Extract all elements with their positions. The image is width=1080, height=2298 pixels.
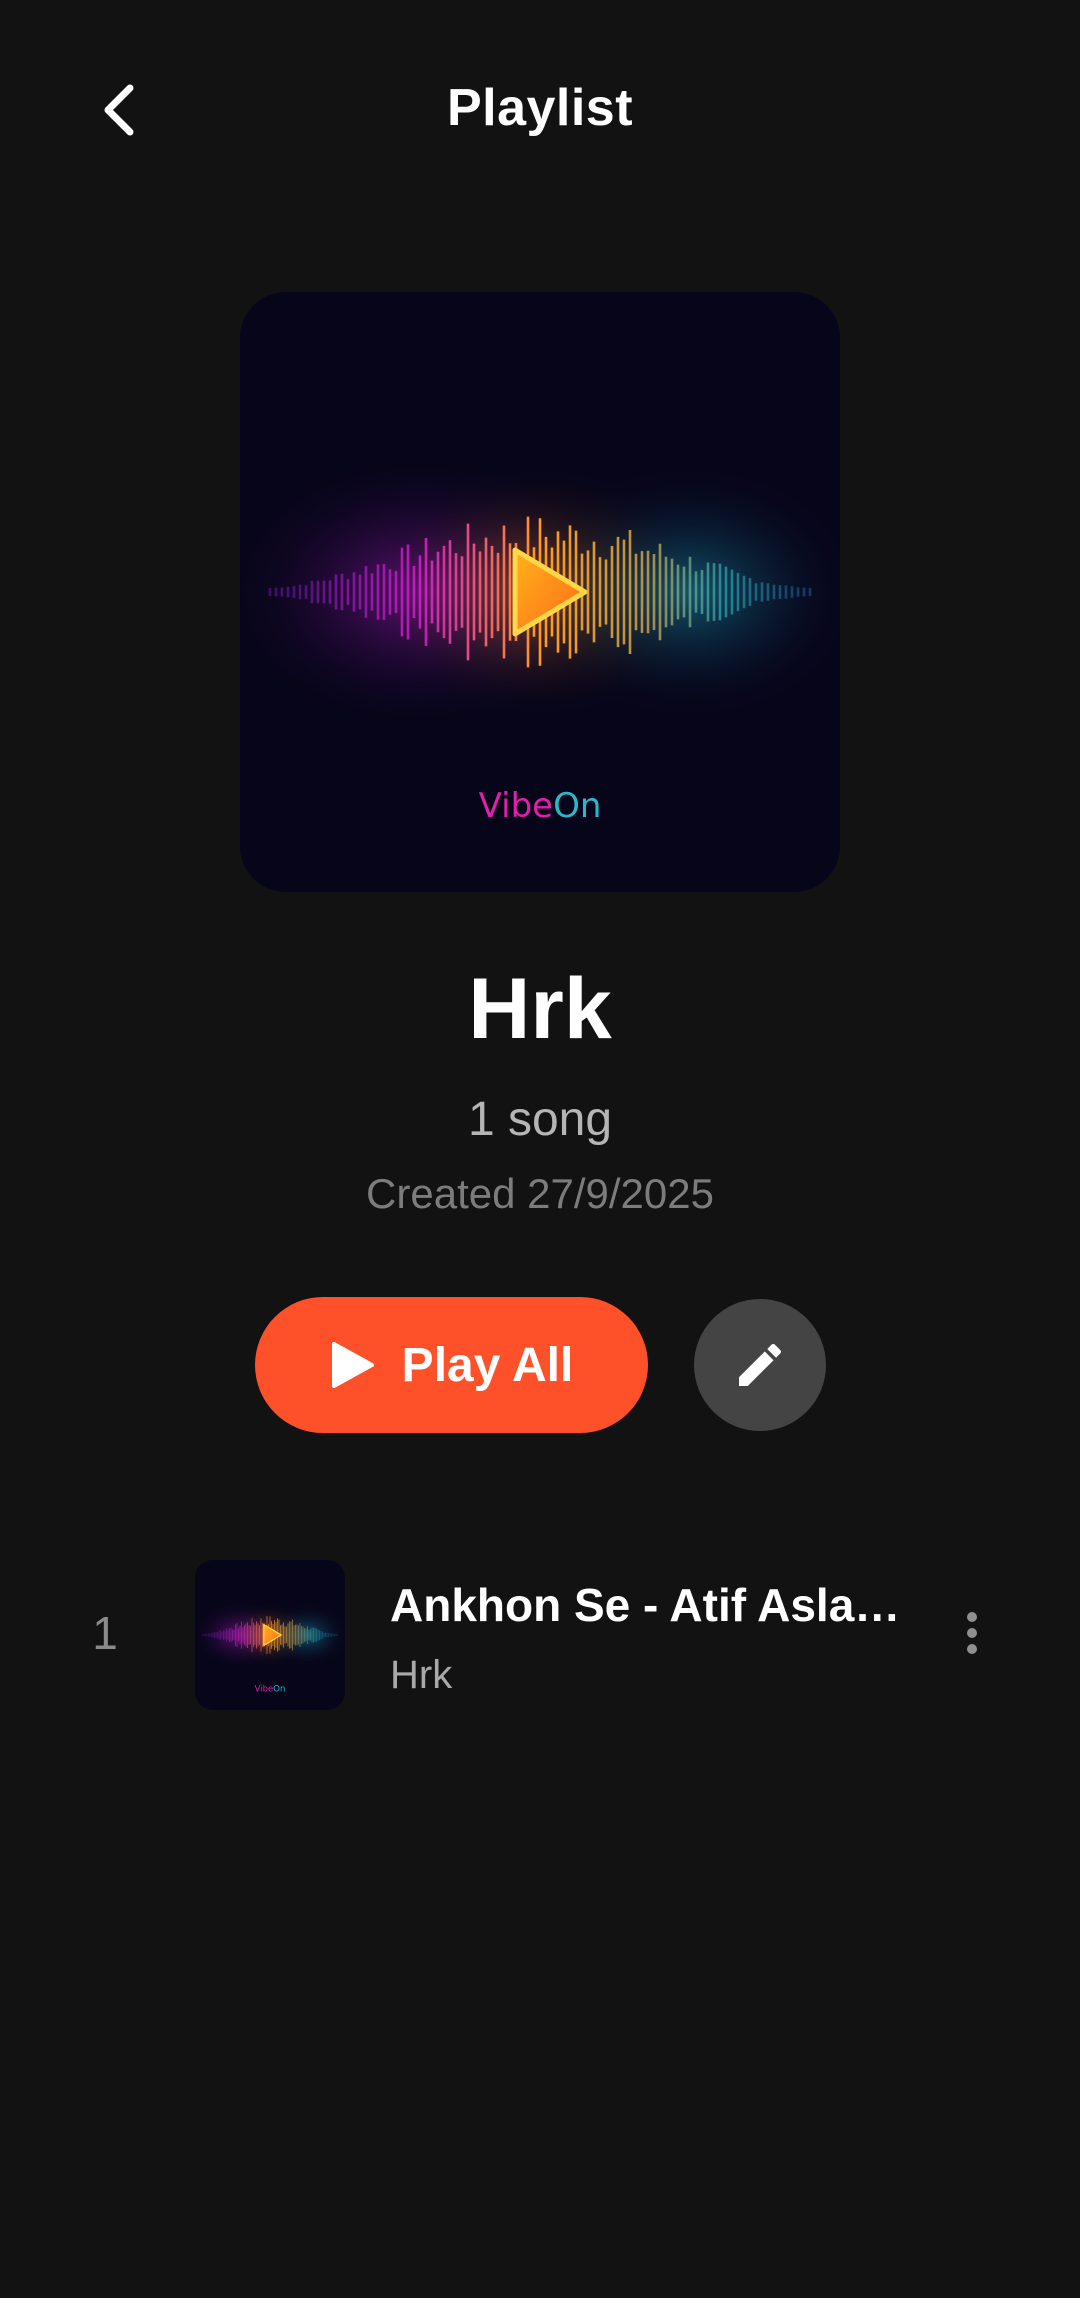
more-vertical-icon <box>967 1612 977 1654</box>
page-title: Playlist <box>446 79 634 137</box>
top-app-bar: Playlist <box>0 0 1080 225</box>
track-thumbnail-image: VibeOn <box>195 1600 345 1694</box>
svg-text:VibeOn: VibeOn <box>255 1684 286 1694</box>
edit-playlist-button[interactable] <box>694 1299 826 1431</box>
svg-text:VibeOn: VibeOn <box>479 786 602 826</box>
track-title: Ankhon Se - Atif Aslam… <box>390 1579 930 1631</box>
cover-artwork: VibeOn <box>240 452 840 826</box>
brand-text-on: On <box>553 786 601 826</box>
play-all-button[interactable]: Play All <box>255 1297 648 1433</box>
track-number: 1 <box>92 1607 118 1659</box>
brand-text-vibe: Vibe <box>479 786 553 826</box>
play-icon <box>331 1342 374 1388</box>
playlist-name: Hrk <box>468 961 612 1057</box>
song-count: 1 song <box>467 1093 613 1146</box>
pencil-icon <box>739 1343 782 1386</box>
track-artist: Hrk <box>390 1653 453 1697</box>
created-date: Created 27/9/2025 <box>366 1170 714 1217</box>
track-more-button[interactable] <box>940 1593 1004 1673</box>
track-artwork: VibeOn <box>195 1560 345 1710</box>
playlist-cover-art: VibeOn <box>240 292 840 892</box>
track-row[interactable]: 1 VibeOn Ankhon Se - Atif Aslam… Hrk <box>0 1553 1080 1713</box>
play-all-label: Play All <box>401 1338 574 1392</box>
